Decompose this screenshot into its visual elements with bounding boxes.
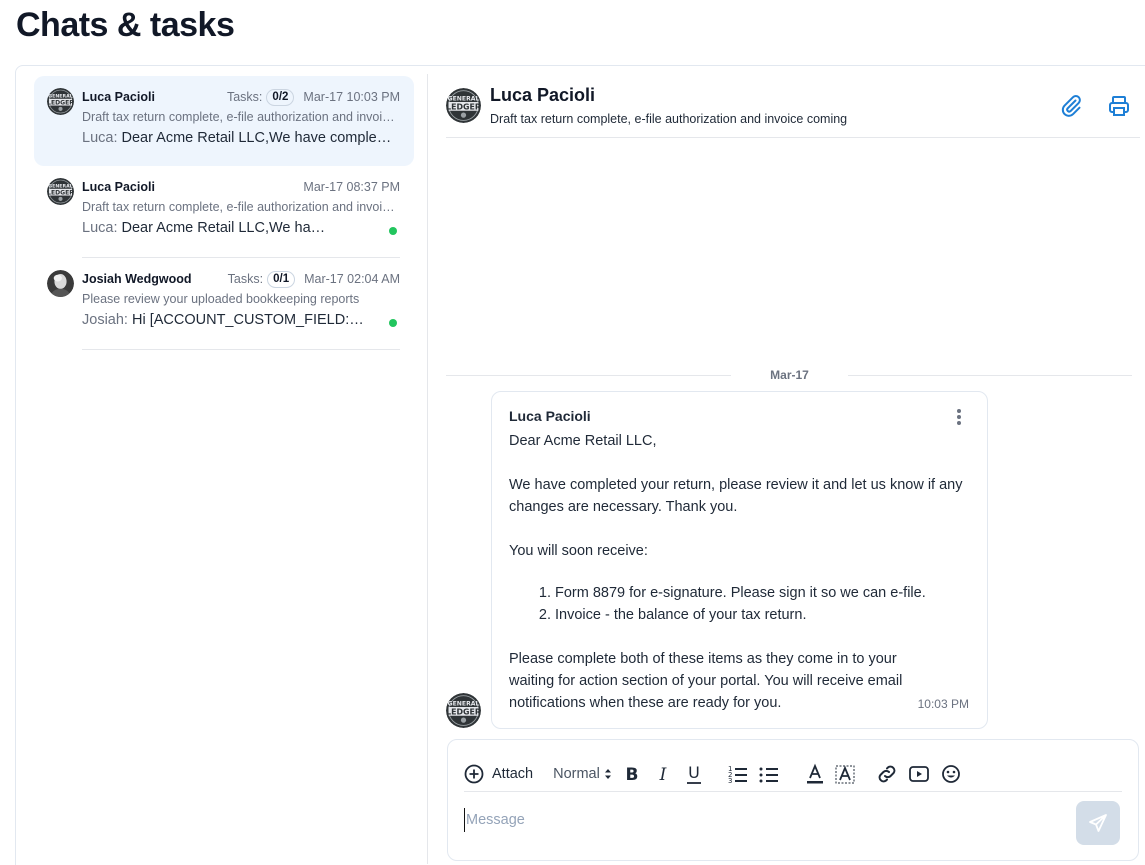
conversation-subtitle: Draft tax return complete, e-file author… xyxy=(490,112,848,126)
more-options-icon[interactable] xyxy=(951,407,967,427)
message-greeting: Dear Acme Retail LLC, xyxy=(509,433,657,449)
date-separator: Mar-17 xyxy=(446,366,1132,386)
tasks-label: Tasks: xyxy=(226,90,263,104)
message-sender: Luca Pacioli xyxy=(509,408,591,424)
chat-subject: Draft tax return complete, e-file author… xyxy=(82,110,400,124)
bullet-list-icon[interactable] xyxy=(758,762,780,786)
send-icon xyxy=(1089,814,1107,832)
tasks-count-badge[interactable]: 0/1 xyxy=(267,270,296,288)
conversation-title: Luca Pacioli xyxy=(490,85,596,105)
chat-subject: Please review your uploaded bookkeeping … xyxy=(82,292,360,306)
conversation-header: Luca Pacioli Draft tax return complete, … xyxy=(446,76,1140,138)
attach-label: Attach xyxy=(492,765,534,782)
message-body: Dear Acme Retail LLC, We have completed … xyxy=(509,430,970,714)
message-paragraph: We have completed your return, please re… xyxy=(509,477,963,515)
chat-list-item[interactable]: Luca Pacioli Mar-17 08:37 PM Draft tax r… xyxy=(34,166,414,258)
svg-text:3: 3 xyxy=(728,777,732,785)
text-style-select[interactable]: Normal xyxy=(553,766,613,782)
chat-sender-name: Luca Pacioli xyxy=(82,90,155,104)
message-input[interactable] xyxy=(464,808,1064,832)
svg-text:B: B xyxy=(625,765,638,785)
chat-timestamp: Mar-17 08:37 PM xyxy=(303,180,400,194)
message-bubble: Luca Pacioli Dear Acme Retail LLC, We ha… xyxy=(491,391,988,729)
avatar xyxy=(47,88,74,115)
chat-list-item[interactable]: Josiah Wedgwood Tasks: 0/1 Mar-17 02:04 … xyxy=(34,258,414,350)
divider xyxy=(82,349,400,350)
underline-icon[interactable]: U xyxy=(683,762,705,786)
svg-text:I: I xyxy=(658,765,666,785)
italic-icon[interactable]: I xyxy=(652,762,674,786)
unread-dot xyxy=(389,319,397,327)
svg-text:U: U xyxy=(688,763,700,782)
avatar xyxy=(47,270,74,297)
chats-panel: Luca Pacioli Tasks: 0/2 Mar-17 10:03 PM … xyxy=(15,65,1145,865)
message-composer: Attach Normal B I U 1 2 3 Message xyxy=(447,739,1139,861)
chat-list: Luca Pacioli Tasks: 0/2 Mar-17 10:03 PM … xyxy=(34,76,414,350)
printer-icon[interactable] xyxy=(1107,94,1131,118)
preview-text: Dear Acme Retail LLC,We have completed y… xyxy=(121,130,392,146)
message-paragraph: You will soon receive: xyxy=(509,543,648,559)
panel-divider xyxy=(427,74,428,864)
message-list-item: Form 8879 for e-signature. Please sign i… xyxy=(555,582,970,604)
font-color-icon[interactable] xyxy=(804,762,826,786)
chat-list-item[interactable]: Luca Pacioli Tasks: 0/2 Mar-17 10:03 PM … xyxy=(34,76,414,166)
avatar xyxy=(446,88,481,123)
emoji-icon[interactable] xyxy=(940,762,962,786)
chat-timestamp: Mar-17 10:03 PM xyxy=(303,90,400,104)
chat-preview: Josiah: Hi [ACCOUNT_CUSTOM_FIELD:First N… xyxy=(82,312,372,328)
date-separator-label: Mar-17 xyxy=(770,368,809,382)
preview-sender: Josiah: xyxy=(82,312,128,328)
tasks-label: Tasks: xyxy=(227,272,264,286)
formatting-toolbar: Attach Normal B I U 1 2 3 xyxy=(464,756,1122,792)
text-style-value: Normal xyxy=(553,765,600,782)
page-title: Chats & tasks xyxy=(16,6,235,44)
paperclip-icon[interactable] xyxy=(1059,94,1083,118)
unread-dot xyxy=(389,227,397,235)
link-icon[interactable] xyxy=(876,762,898,786)
video-icon[interactable] xyxy=(908,762,930,786)
conversation-pane: Luca Pacioli Draft tax return complete, … xyxy=(446,66,1145,865)
chat-timestamp: Mar-17 02:04 AM xyxy=(304,272,400,286)
ordered-list-icon[interactable]: 1 2 3 xyxy=(727,762,749,786)
preview-text: Dear Acme Retail LLC,We have completed y… xyxy=(121,220,328,236)
avatar xyxy=(446,693,481,728)
bold-icon[interactable]: B xyxy=(621,762,643,786)
chat-sender-name: Josiah Wedgwood xyxy=(82,272,192,286)
chat-subject: Draft tax return complete, e-file author… xyxy=(82,200,400,214)
attach-button[interactable]: Attach xyxy=(464,762,533,786)
message-list-item: Invoice - the balance of your tax return… xyxy=(555,604,970,626)
message-timestamp: 10:03 PM xyxy=(917,697,969,711)
preview-text: Hi [ACCOUNT_CUSTOM_FIELD:First Name] xyxy=(131,312,372,328)
preview-sender: Luca: xyxy=(82,130,118,146)
highlight-icon[interactable] xyxy=(834,762,856,786)
avatar xyxy=(47,178,74,205)
message-paragraph: Please complete both of these items as t… xyxy=(509,651,903,711)
message-list: Form 8879 for e-signature. Please sign i… xyxy=(555,582,970,626)
tasks-count-badge[interactable]: 0/2 xyxy=(266,88,295,106)
select-arrows-icon xyxy=(604,768,611,779)
chat-preview: Luca: Dear Acme Retail LLC,We have compl… xyxy=(82,130,392,146)
send-button[interactable] xyxy=(1076,801,1120,845)
chat-preview: Luca: Dear Acme Retail LLC,We have compl… xyxy=(82,220,328,236)
preview-sender: Luca: xyxy=(82,220,118,236)
chat-sender-name: Luca Pacioli xyxy=(82,180,155,194)
plus-circle-icon xyxy=(464,764,484,783)
